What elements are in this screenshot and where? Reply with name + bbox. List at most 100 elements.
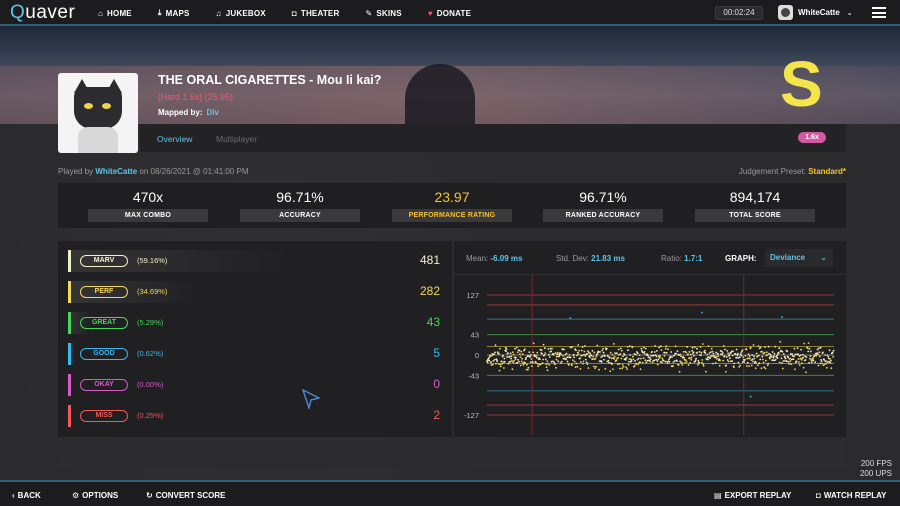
- top-navigation: Quaver ⌂ HOME ⤓ MAPS ♫ JUKEBOX ◘ THEATER ✎ SKINS ♥…: [0, 0, 900, 26]
- hit-dot: [576, 365, 579, 368]
- hit-dot: [608, 356, 611, 359]
- watch-replay-button[interactable]: ◘ WATCH REPLAY: [816, 491, 887, 500]
- hit-dot: [499, 363, 502, 366]
- hit-dot: [525, 356, 527, 359]
- hit-dot: [750, 364, 753, 367]
- hit-dot-good: [569, 317, 572, 320]
- hit-dot: [717, 355, 720, 357]
- hit-dot: [535, 361, 537, 364]
- song-title: THE ORAL CIGARETTES - Mou Ii kai?: [158, 73, 382, 87]
- hit-dot: [536, 351, 539, 354]
- player-link[interactable]: WhiteCatte: [95, 167, 137, 176]
- chevron-down-icon: ⌄: [820, 253, 827, 262]
- hit-dot: [651, 361, 654, 364]
- hit-dot: [579, 357, 581, 360]
- hit-dot: [763, 366, 766, 369]
- mapped-by: Mapped by: Div: [158, 108, 219, 117]
- hit-dot: [685, 351, 688, 354]
- hit-dot: [528, 351, 531, 353]
- hit-dot: [615, 359, 618, 361]
- hit-dot: [572, 354, 575, 356]
- back-button[interactable]: ‹ BACK: [12, 491, 41, 500]
- tab-overview[interactable]: Overview: [157, 134, 192, 144]
- mapper-link[interactable]: Div: [206, 108, 218, 117]
- hit-dot: [587, 367, 590, 369]
- hit-dot: [576, 354, 578, 357]
- hit-dot: [571, 364, 573, 367]
- hit-dot: [677, 364, 680, 366]
- nav-skins[interactable]: ✎ SKINS: [365, 9, 401, 18]
- hit-dot: [529, 361, 532, 364]
- hit-dot: [733, 366, 735, 369]
- graph-type-select[interactable]: Deviance ⌄: [765, 249, 833, 267]
- hit-dot: [609, 351, 612, 354]
- hit-dot: [820, 360, 823, 362]
- hit-dot: [667, 348, 669, 351]
- y-tick-label: -127: [464, 411, 479, 420]
- hit-dot: [701, 361, 703, 364]
- bottom-bar: ‹ BACK ⚙ OPTIONS ↻ CONVERT SCORE ▤ EXPORT RE…: [0, 480, 900, 506]
- hit-dot: [539, 358, 541, 361]
- convert-score-button[interactable]: ↻ CONVERT SCORE: [146, 491, 226, 500]
- nav-jukebox[interactable]: ♫ JUKEBOX: [216, 9, 266, 18]
- hit-dot: [769, 353, 772, 356]
- y-tick-label: 43: [471, 331, 479, 340]
- tab-multiplayer[interactable]: Multiplayer: [216, 134, 257, 144]
- hit-dot: [717, 352, 719, 355]
- quaver-logo[interactable]: Quaver: [10, 2, 75, 24]
- hit-dot: [747, 357, 749, 360]
- judgement-row-miss: MISS (0.25%) 2: [68, 405, 444, 427]
- hit-dot: [824, 354, 826, 356]
- user-menu[interactable]: WhiteCatte ⌄: [778, 5, 853, 20]
- hit-dot: [592, 358, 594, 360]
- hit-dot: [626, 345, 629, 348]
- hit-dot: [627, 363, 630, 366]
- hit-dot: [831, 351, 834, 354]
- hit-dot: [823, 359, 826, 361]
- hit-dot: [547, 362, 549, 365]
- judgement-percent: (34.69%): [137, 287, 168, 296]
- hit-dot: [600, 356, 603, 358]
- hit-dot: [721, 352, 724, 354]
- camera-icon: ◘: [816, 491, 821, 500]
- hit-dot: [565, 358, 568, 361]
- nav-home[interactable]: ⌂ HOME: [98, 9, 132, 18]
- hit-dot: [765, 359, 767, 362]
- hit-dot: [519, 356, 522, 358]
- hit-dot: [722, 345, 725, 347]
- hit-dot: [763, 351, 766, 354]
- hit-dot: [786, 350, 789, 353]
- hit-dot: [728, 353, 731, 356]
- hit-dot: [774, 345, 777, 348]
- hit-dot: [708, 352, 711, 355]
- hit-dot: [704, 352, 707, 354]
- hit-dot: [626, 368, 628, 370]
- hit-dot: [655, 355, 658, 358]
- hit-dot: [529, 355, 532, 358]
- hit-dot: [644, 359, 647, 362]
- nav-maps[interactable]: ⤓ MAPS: [158, 8, 190, 18]
- hit-dot: [766, 354, 769, 356]
- hit-dot: [686, 346, 689, 348]
- hit-dot: [789, 357, 791, 360]
- hit-dot: [635, 363, 638, 365]
- hit-dot: [616, 363, 619, 366]
- hit-dot: [799, 357, 802, 360]
- hit-dot: [794, 353, 797, 356]
- nav-donate[interactable]: ♥ DONATE: [428, 9, 471, 18]
- hit-dot: [505, 348, 508, 351]
- hit-dot: [743, 361, 745, 363]
- export-replay-button[interactable]: ▤ EXPORT REPLAY: [714, 491, 791, 500]
- nav-theater[interactable]: ◘ THEATER: [292, 9, 340, 18]
- hit-dot: [600, 361, 603, 363]
- rate-badge: 1.6x: [798, 132, 826, 143]
- options-button[interactable]: ⚙ OPTIONS: [72, 491, 118, 500]
- hit-dot: [604, 367, 607, 370]
- hit-dot: [507, 362, 510, 365]
- hit-dot: [642, 357, 645, 359]
- hit-dot: [757, 354, 760, 357]
- hit-dot: [726, 350, 729, 352]
- hamburger-menu-icon[interactable]: [872, 7, 886, 18]
- hit-dot: [589, 352, 592, 355]
- hit-dot: [797, 358, 800, 360]
